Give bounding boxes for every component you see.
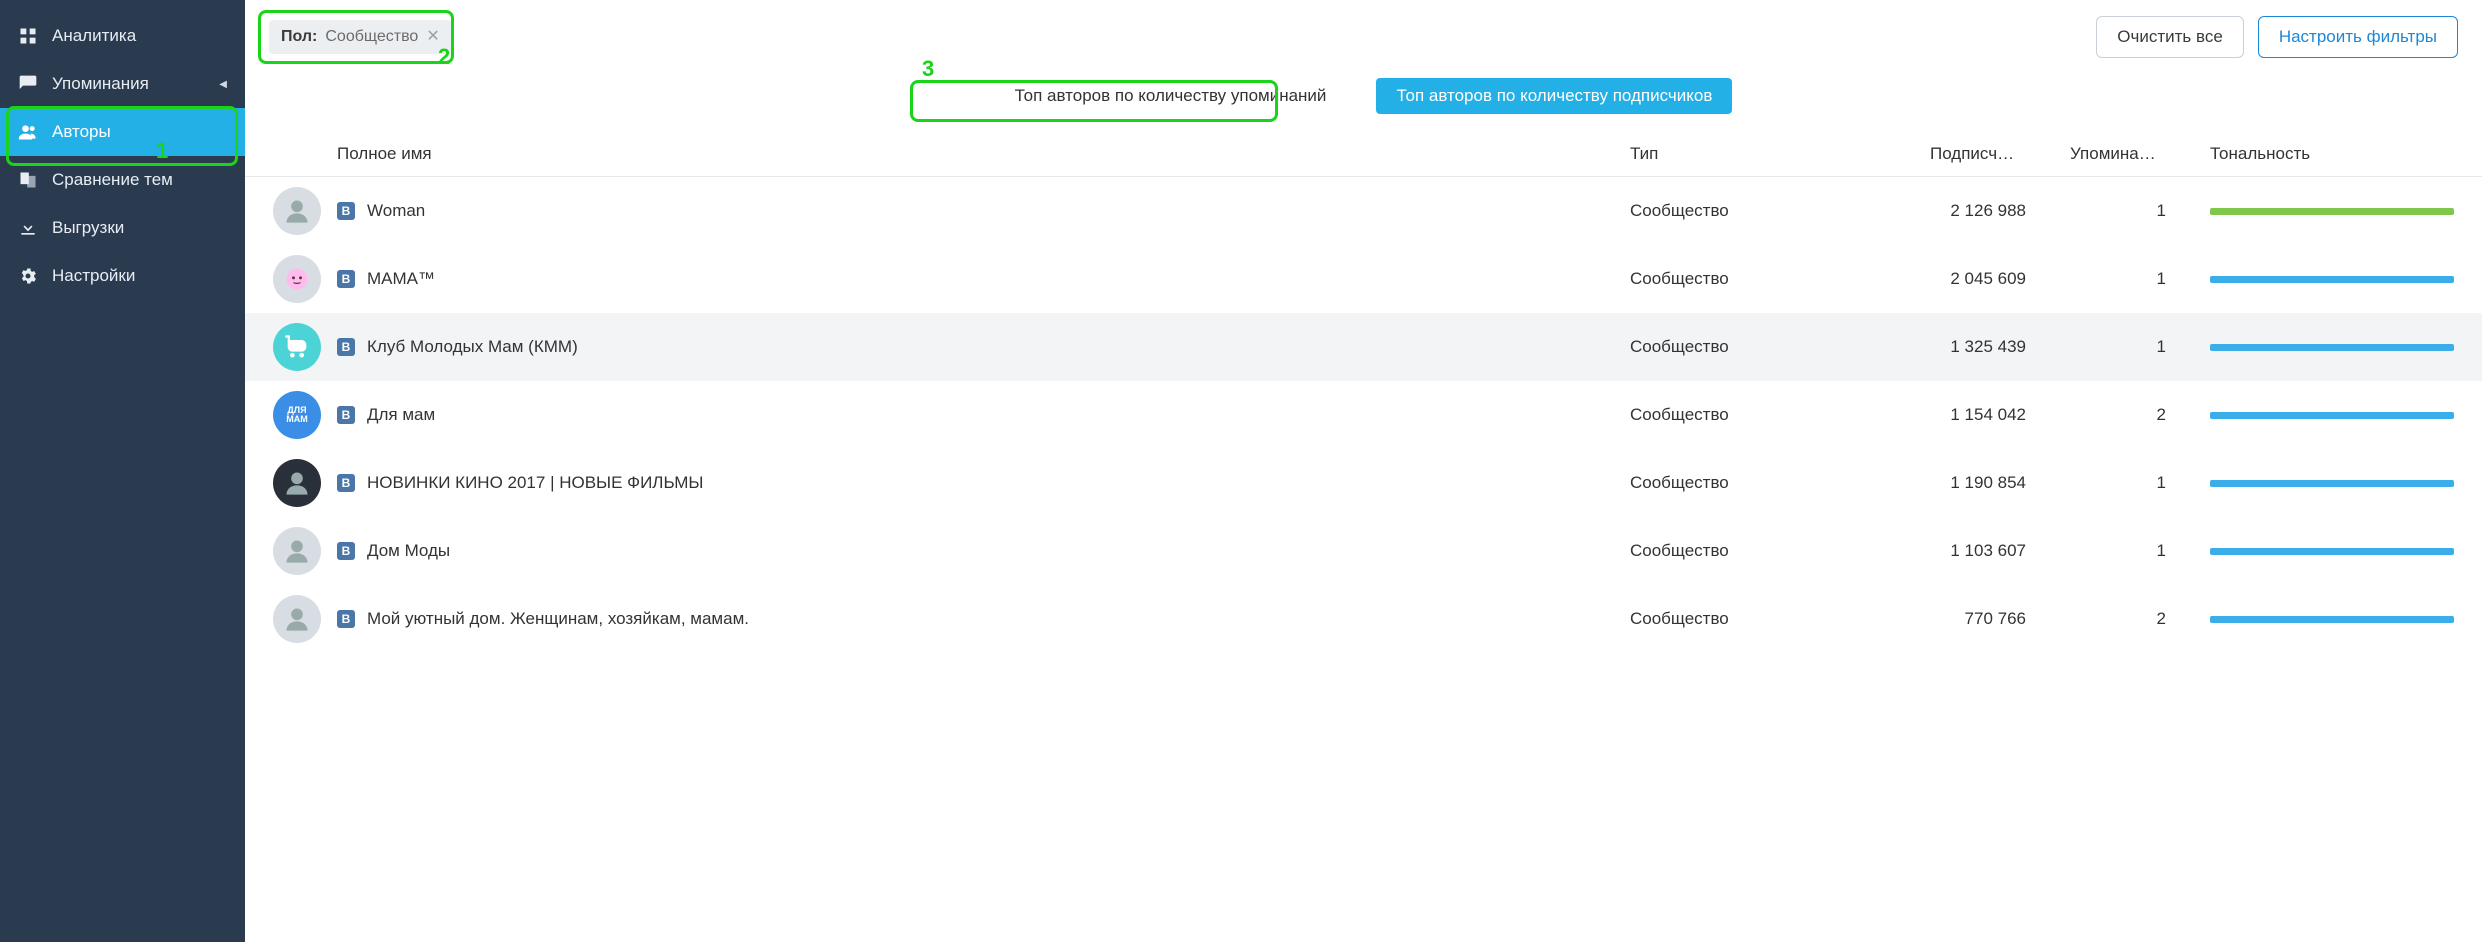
sidebar-item-label: Настройки — [52, 266, 135, 286]
table-row[interactable]: В Мой уютный дом. Женщинам, хозяйкам, мам… — [245, 585, 2482, 653]
filter-chip-label: Пол: — [281, 28, 317, 46]
table-row[interactable]: В Дом Моды Сообщество1 103 6071 — [245, 517, 2482, 585]
close-icon[interactable]: ✕ — [426, 29, 439, 45]
table-row[interactable]: ДЛЯМАМ В Для мам Сообщество1 154 0422 — [245, 381, 2482, 449]
tone-bar — [2210, 412, 2454, 419]
author-name: МАМА™ — [367, 269, 435, 289]
author-subscribers: 2 126 988 — [1922, 177, 2062, 246]
table-row[interactable]: В НОВИНКИ КИНО 2017 | НОВЫЕ ФИЛЬМЫ Сообщес… — [245, 449, 2482, 517]
th-subscribers[interactable]: Подписч… — [1922, 132, 2062, 177]
sidebar-item-label: Аналитика — [52, 26, 136, 46]
vk-icon: В — [337, 338, 355, 356]
th-type[interactable]: Тип — [1622, 132, 1922, 177]
sidebar: Аналитика Упоминания ◀ Авторы Сравнение … — [0, 0, 245, 942]
authors-table: Полное имя Тип Подписч… Упомина… Тональн… — [245, 132, 2482, 653]
author-subscribers: 2 045 609 — [1922, 245, 2062, 313]
author-type: Сообщество — [1622, 449, 1922, 517]
author-subscribers: 1 325 439 — [1922, 313, 2062, 381]
sidebar-item-label: Упоминания — [52, 74, 149, 94]
authors-icon — [18, 122, 38, 142]
author-type: Сообщество — [1622, 177, 1922, 246]
avatar — [273, 595, 321, 643]
author-type: Сообщество — [1622, 313, 1922, 381]
author-name: Для мам — [367, 405, 435, 425]
sidebar-item-label: Выгрузки — [52, 218, 124, 238]
sidebar-item-analytics[interactable]: Аналитика — [0, 12, 245, 60]
sidebar-item-compare[interactable]: Сравнение тем — [0, 156, 245, 204]
clear-all-button[interactable]: Очистить все — [2096, 16, 2244, 58]
vk-icon: В — [337, 474, 355, 492]
tone-bar — [2210, 480, 2454, 487]
configure-filters-button[interactable]: Настроить фильтры — [2258, 16, 2458, 58]
sidebar-item-settings[interactable]: Настройки — [0, 252, 245, 300]
author-subscribers: 1 154 042 — [1922, 381, 2062, 449]
sidebar-item-label: Сравнение тем — [52, 170, 173, 190]
filter-bar: Пол: Сообщество ✕ Очистить все Настроить… — [245, 0, 2482, 70]
sidebar-item-authors[interactable]: Авторы — [0, 108, 245, 156]
tone-bar — [2210, 276, 2454, 283]
author-type: Сообщество — [1622, 585, 1922, 653]
avatar — [273, 527, 321, 575]
author-name: Клуб Молодых Мам (КММ) — [367, 337, 578, 357]
download-icon — [18, 218, 38, 238]
compare-icon — [18, 170, 38, 190]
author-name: НОВИНКИ КИНО 2017 | НОВЫЕ ФИЛЬМЫ — [367, 473, 703, 493]
author-subscribers: 770 766 — [1922, 585, 2062, 653]
author-type: Сообщество — [1622, 381, 1922, 449]
author-mentions: 1 — [2062, 517, 2202, 585]
vk-icon: В — [337, 610, 355, 628]
author-subscribers: 1 190 854 — [1922, 449, 2062, 517]
avatar — [273, 459, 321, 507]
author-mentions: 1 — [2062, 177, 2202, 246]
dashboard-icon — [18, 26, 38, 46]
tab-top-by-mentions[interactable]: Топ авторов по количеству упоминаний — [995, 78, 1347, 114]
mentions-icon — [18, 74, 38, 94]
author-type: Сообщество — [1622, 517, 1922, 585]
author-name: Дом Моды — [367, 541, 450, 561]
author-mentions: 1 — [2062, 449, 2202, 517]
author-name: Woman — [367, 201, 425, 221]
vk-icon: В — [337, 270, 355, 288]
author-mentions: 2 — [2062, 381, 2202, 449]
vk-icon: В — [337, 406, 355, 424]
author-type: Сообщество — [1622, 245, 1922, 313]
author-subscribers: 1 103 607 — [1922, 517, 2062, 585]
table-row[interactable]: В МАМА™ Сообщество2 045 6091 — [245, 245, 2482, 313]
tone-bar — [2210, 548, 2454, 555]
sidebar-item-label: Авторы — [52, 122, 111, 142]
tab-top-by-subscribers[interactable]: Топ авторов по количеству подписчиков — [1376, 78, 1732, 114]
vk-icon: В — [337, 202, 355, 220]
th-mentions[interactable]: Упомина… — [2062, 132, 2202, 177]
author-mentions: 1 — [2062, 313, 2202, 381]
table-row[interactable]: В Клуб Молодых Мам (КММ) Сообщество1 325 4… — [245, 313, 2482, 381]
avatar — [273, 187, 321, 235]
tone-bar — [2210, 616, 2454, 623]
tone-bar — [2210, 344, 2454, 351]
avatar — [273, 255, 321, 303]
tone-bar — [2210, 208, 2454, 215]
author-name: Мой уютный дом. Женщинам, хозяйкам, мама… — [367, 609, 749, 629]
filter-chip-gender[interactable]: Пол: Сообщество ✕ — [269, 20, 452, 54]
chevron-left-icon: ◀ — [219, 79, 227, 90]
author-mentions: 1 — [2062, 245, 2202, 313]
avatar — [273, 323, 321, 371]
main-content: Пол: Сообщество ✕ Очистить все Настроить… — [245, 0, 2482, 942]
avatar: ДЛЯМАМ — [273, 391, 321, 439]
sidebar-item-exports[interactable]: Выгрузки — [0, 204, 245, 252]
filter-chip-value: Сообщество — [325, 28, 418, 46]
sidebar-item-mentions[interactable]: Упоминания ◀ — [0, 60, 245, 108]
vk-icon: В — [337, 542, 355, 560]
gear-icon — [18, 266, 38, 286]
author-mentions: 2 — [2062, 585, 2202, 653]
table-row[interactable]: В Woman Сообщество2 126 9881 — [245, 177, 2482, 246]
th-tone[interactable]: Тональность — [2202, 132, 2482, 177]
tabs-row: Топ авторов по количеству упоминаний Топ… — [245, 70, 2482, 132]
th-name[interactable]: Полное имя — [329, 132, 1622, 177]
